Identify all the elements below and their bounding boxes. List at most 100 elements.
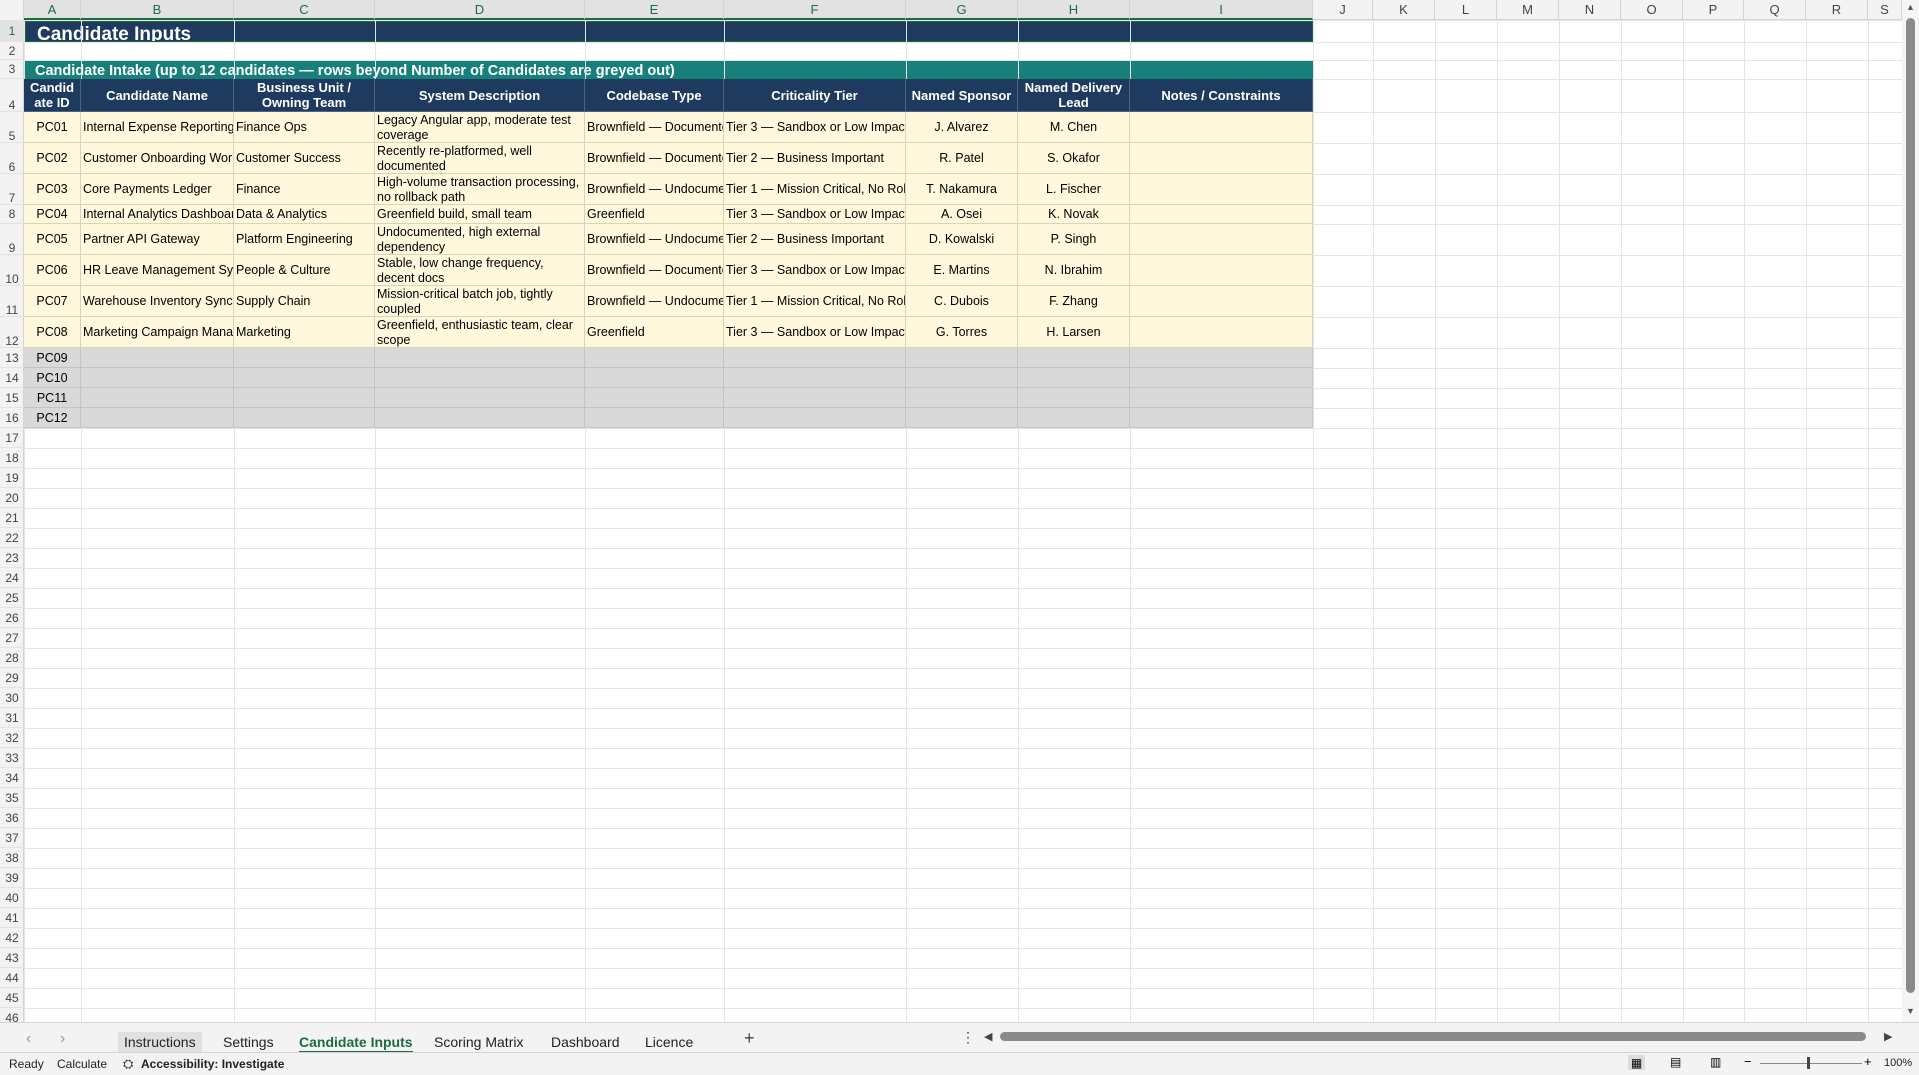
row-header-16[interactable]: 16 — [0, 408, 24, 428]
candidate-name-cell[interactable]: Customer Onboarding Workflow — [81, 143, 234, 174]
column-header-r[interactable]: R — [1806, 0, 1868, 20]
candidate-desc-cell[interactable]: Undocumented, high external dependency — [375, 224, 585, 255]
column-header-m[interactable]: M — [1497, 0, 1559, 20]
row-header-23[interactable]: 23 — [0, 548, 24, 568]
candidate-unit-cell[interactable]: Finance Ops — [234, 112, 375, 143]
candidate-codebase-cell[interactable]: Brownfield — Undocumented — [585, 224, 724, 255]
inactive-cell[interactable] — [234, 348, 375, 368]
zoom-out-icon[interactable]: − — [1744, 1054, 1752, 1069]
candidate-lead-cell[interactable]: S. Okafor — [1018, 143, 1130, 174]
candidate-codebase-cell[interactable]: Brownfield — Undocumented — [585, 174, 724, 205]
candidate-lead-cell[interactable]: P. Singh — [1018, 224, 1130, 255]
inactive-cell[interactable] — [585, 408, 724, 428]
inactive-cell[interactable] — [1130, 408, 1313, 428]
accessibility-icon[interactable]: ⛭ — [123, 1056, 133, 1072]
candidate-unit-cell[interactable]: Marketing — [234, 317, 375, 348]
tab-scroll-left-icon[interactable]: ‹ — [26, 1030, 31, 1048]
column-header-c[interactable]: C — [234, 0, 375, 20]
inactive-cell[interactable] — [585, 388, 724, 408]
candidate-desc-cell[interactable]: Mission-critical batch job, tightly coup… — [375, 286, 585, 317]
candidate-name-cell[interactable]: Partner API Gateway — [81, 224, 234, 255]
row-header-30[interactable]: 30 — [0, 688, 24, 708]
candidate-name-cell[interactable]: HR Leave Management System — [81, 255, 234, 286]
candidate-tier-cell[interactable]: Tier 1 — Mission Critical, No Rollback — [724, 286, 906, 317]
accessibility-status[interactable]: Accessibility: Investigate — [141, 1057, 284, 1071]
row-header-5[interactable]: 5 — [0, 112, 24, 143]
row-header-18[interactable]: 18 — [0, 448, 24, 468]
inactive-id-cell[interactable]: PC10 — [24, 368, 81, 388]
inactive-cell[interactable] — [375, 348, 585, 368]
candidate-sponsor-cell[interactable]: J. Alvarez — [906, 112, 1018, 143]
column-header-i[interactable]: I — [1130, 0, 1313, 20]
row-header-21[interactable]: 21 — [0, 508, 24, 528]
row-header-4[interactable]: 4 — [0, 79, 24, 112]
candidate-id-cell[interactable]: PC02 — [24, 143, 81, 174]
inactive-cell[interactable] — [81, 368, 234, 388]
table-header-tier[interactable]: Criticality Tier — [724, 79, 906, 112]
row-header-45[interactable]: 45 — [0, 988, 24, 1008]
inactive-cell[interactable] — [81, 388, 234, 408]
candidate-lead-cell[interactable]: H. Larsen — [1018, 317, 1130, 348]
zoom-slider-thumb[interactable] — [1807, 1057, 1810, 1069]
row-header-44[interactable]: 44 — [0, 968, 24, 988]
table-header-desc[interactable]: System Description — [375, 79, 585, 112]
candidate-notes-cell[interactable] — [1130, 205, 1313, 224]
sheet-tab-scoring-matrix[interactable]: Scoring Matrix — [434, 1032, 523, 1052]
candidate-lead-cell[interactable]: F. Zhang — [1018, 286, 1130, 317]
row-header-28[interactable]: 28 — [0, 648, 24, 668]
candidate-tier-cell[interactable]: Tier 3 — Sandbox or Low Impact — [724, 205, 906, 224]
column-header-l[interactable]: L — [1435, 0, 1497, 20]
sheet-title-cell[interactable]: Candidate Inputs — [24, 20, 1314, 43]
row-header-27[interactable]: 27 — [0, 628, 24, 648]
candidate-codebase-cell[interactable]: Greenfield — [585, 205, 724, 224]
row-header-1[interactable]: 1 — [0, 20, 24, 42]
row-header-19[interactable]: 19 — [0, 468, 24, 488]
zoom-level[interactable]: 100% — [1884, 1057, 1912, 1069]
inactive-cell[interactable] — [1018, 348, 1130, 368]
candidate-tier-cell[interactable]: Tier 3 — Sandbox or Low Impact — [724, 255, 906, 286]
row-header-38[interactable]: 38 — [0, 848, 24, 868]
candidate-sponsor-cell[interactable]: G. Torres — [906, 317, 1018, 348]
inactive-cell[interactable] — [234, 408, 375, 428]
sheet-tab-candidate-inputs[interactable]: Candidate Inputs — [299, 1032, 413, 1054]
tab-scroll-right-icon[interactable]: › — [60, 1030, 65, 1048]
candidate-id-cell[interactable]: PC07 — [24, 286, 81, 317]
scroll-up-icon[interactable]: ▲ — [1906, 2, 1915, 12]
inactive-cell[interactable] — [906, 388, 1018, 408]
candidate-desc-cell[interactable]: High-volume transaction processing, no r… — [375, 174, 585, 205]
sheet-tab-licence[interactable]: Licence — [645, 1032, 693, 1052]
inactive-cell[interactable] — [1130, 388, 1313, 408]
column-header-s[interactable]: S — [1868, 0, 1902, 20]
row-header-2[interactable]: 2 — [0, 42, 24, 60]
inactive-cell[interactable] — [375, 388, 585, 408]
candidate-codebase-cell[interactable]: Greenfield — [585, 317, 724, 348]
candidate-desc-cell[interactable]: Stable, low change frequency, decent doc… — [375, 255, 585, 286]
row-header-10[interactable]: 10 — [0, 255, 24, 286]
candidate-tier-cell[interactable]: Tier 2 — Business Important — [724, 143, 906, 174]
candidate-codebase-cell[interactable]: Brownfield — Documented — [585, 255, 724, 286]
table-header-codebase[interactable]: Codebase Type — [585, 79, 724, 112]
candidate-notes-cell[interactable] — [1130, 255, 1313, 286]
candidate-codebase-cell[interactable]: Brownfield — Undocumented — [585, 286, 724, 317]
candidate-unit-cell[interactable]: Customer Success — [234, 143, 375, 174]
row-header-12[interactable]: 12 — [0, 317, 24, 348]
calculate-button[interactable]: Calculate — [57, 1057, 107, 1071]
scroll-down-icon[interactable]: ▼ — [1906, 1006, 1915, 1016]
table-header-unit[interactable]: Business Unit / Owning Team — [234, 79, 375, 112]
candidate-notes-cell[interactable] — [1130, 317, 1313, 348]
sheet-tab-dashboard[interactable]: Dashboard — [551, 1032, 620, 1052]
candidate-name-cell[interactable]: Internal Expense Reporting — [81, 112, 234, 143]
row-header-13[interactable]: 13 — [0, 348, 24, 368]
column-header-j[interactable]: J — [1313, 0, 1373, 20]
inactive-cell[interactable] — [1018, 368, 1130, 388]
candidate-unit-cell[interactable]: Supply Chain — [234, 286, 375, 317]
hscroll-right-icon[interactable]: ▶ — [1884, 1030, 1892, 1043]
column-header-f[interactable]: F — [724, 0, 906, 20]
row-header-31[interactable]: 31 — [0, 708, 24, 728]
candidate-codebase-cell[interactable]: Brownfield — Documented — [585, 143, 724, 174]
inactive-cell[interactable] — [1018, 388, 1130, 408]
row-header-42[interactable]: 42 — [0, 928, 24, 948]
column-header-a[interactable]: A — [24, 0, 81, 20]
candidate-unit-cell[interactable]: Finance — [234, 174, 375, 205]
candidate-desc-cell[interactable]: Greenfield build, small team — [375, 205, 585, 224]
